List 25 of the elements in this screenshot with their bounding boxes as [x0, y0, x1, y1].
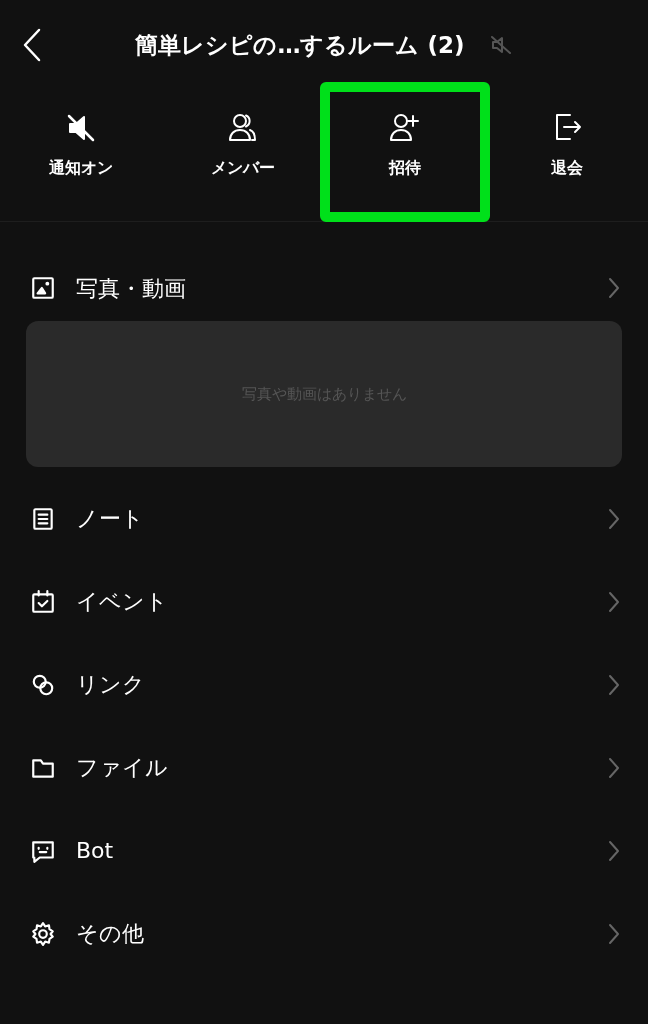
action-button[interactable]: 招待 [388, 110, 422, 222]
chat-title: 簡単レシピの…するルーム (2) [135, 30, 465, 60]
back-button[interactable] [22, 28, 42, 62]
document-icon [30, 505, 56, 532]
chevron-icon [608, 673, 620, 696]
chevron-icon [608, 839, 620, 862]
menu-item[interactable]: Bot [0, 809, 648, 892]
chevron-icon [608, 590, 620, 613]
menu-item[interactable]: ノート [0, 477, 648, 560]
chevron-icon [608, 922, 620, 945]
back-icon [22, 28, 42, 62]
menu-item[interactable]: 写真・動画 [0, 255, 648, 321]
menu-item[interactable]: その他 [0, 892, 648, 975]
picture-icon [30, 275, 56, 301]
action-button[interactable]: 退会 [550, 110, 584, 222]
menu-item[interactable]: ファイル [0, 726, 648, 809]
calendar-icon [30, 588, 56, 615]
chevron-icon [608, 756, 620, 779]
menu-item[interactable]: イベント [0, 560, 648, 643]
gear-icon [30, 920, 56, 947]
chevron-icon [608, 507, 620, 530]
menu-item[interactable]: リンク [0, 643, 648, 726]
action-button[interactable]: メンバー [211, 110, 275, 222]
chevron-icon [608, 277, 620, 299]
action-button[interactable]: 通知オン [49, 110, 113, 222]
